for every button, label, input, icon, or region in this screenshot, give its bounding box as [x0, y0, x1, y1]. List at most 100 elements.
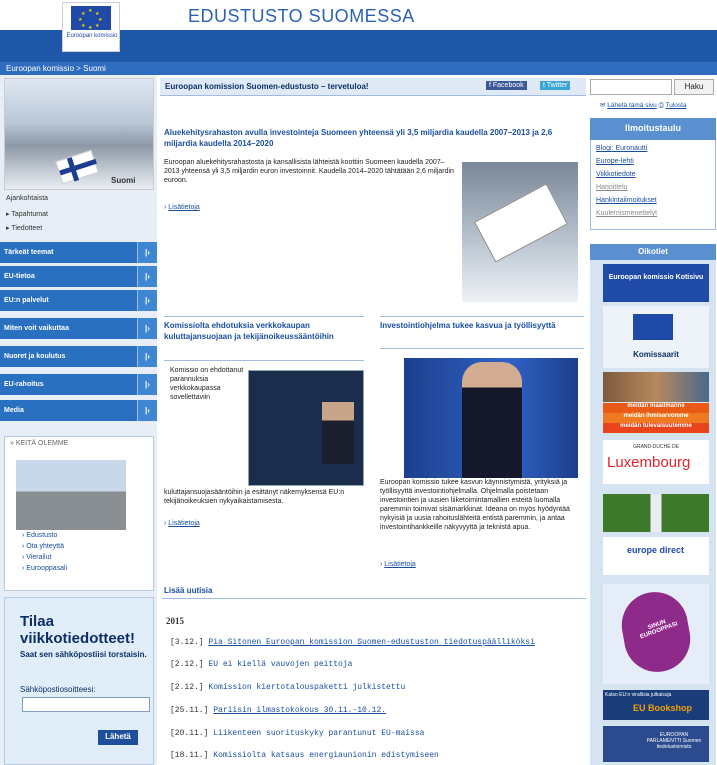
- news-item[interactable]: [20.11.] Liikenteen suorituskyky parantu…: [170, 729, 424, 738]
- tile-tulevaisuutemme[interactable]: meidän tulevaisuutemme: [603, 423, 709, 433]
- eu-flag-icon: [633, 314, 673, 340]
- news-link[interactable]: Liikenteen suorituskyky parantunut EU-ma…: [213, 729, 424, 738]
- link-text: Ota yhteyttä: [26, 543, 65, 550]
- share-link[interactable]: Lähetä tämä sivu: [607, 102, 657, 109]
- link-europe-lehti[interactable]: Europe-lehti: [596, 158, 634, 165]
- news-item[interactable]: [25.11.] Pariisin ilmastokokous 30.11.-1…: [170, 706, 386, 715]
- search-button[interactable]: Haku: [674, 79, 714, 95]
- link-kuuleminen[interactable]: Kuulemismenettelyt: [596, 210, 657, 217]
- nav-ajankohtaista[interactable]: Ajankohtaista: [6, 195, 48, 202]
- menu-nuoret-ja-koulutus[interactable]: Nuoret ja koulutus |›: [0, 346, 157, 368]
- site-title[interactable]: EDUSTUSTO SUOMESSA: [188, 6, 415, 27]
- news-date: [2.12.]: [170, 660, 204, 669]
- nav-tapahtumat[interactable]: ▸ Tapahtumat: [6, 210, 48, 218]
- menu-label: Miten voit vaikuttaa: [4, 325, 69, 332]
- menu-media[interactable]: Media |›: [0, 400, 157, 422]
- menu-eu-rahoitus[interactable]: EU-rahoitus |›: [0, 374, 157, 396]
- news-item[interactable]: [2.12.] EU ei kiellä vauvojen peittoja: [170, 660, 352, 669]
- menu-label: EU:n palvelut: [4, 297, 49, 304]
- lux-label: Luxembourg: [607, 454, 691, 471]
- news-link[interactable]: EU ei kiellä vauvojen peittoja: [208, 660, 352, 669]
- lead-news-title[interactable]: Aluekehitysrahaston avulla investointeja…: [164, 127, 584, 149]
- bookshop-top: Katso EU:n virallisia julkaisuja: [605, 692, 672, 698]
- tile-ihmisarvomme[interactable]: meidän ihmisarvomme: [603, 413, 709, 423]
- building-photo: [16, 460, 126, 530]
- speaker-figure: [462, 362, 522, 478]
- twitter-link[interactable]: t Twitter: [540, 81, 571, 90]
- tile-komissaarit[interactable]: Komissaarit: [603, 306, 709, 368]
- menu-label: EU-tietoa: [4, 273, 35, 280]
- keita-olemme-title: » KEITÄ OLEMME: [10, 440, 69, 447]
- news-item[interactable]: [18.11.] Komissiolta katsaus energiaunio…: [170, 751, 439, 760]
- nav-tiedotteet[interactable]: ▸ Tiedotteet: [6, 224, 42, 232]
- news-date: [2.12.]: [170, 683, 204, 692]
- tile-commission-home[interactable]: Euroopan komissio Kotisivu: [603, 264, 709, 302]
- more-text: Lisätietoja: [168, 204, 200, 211]
- link-eurooppasali[interactable]: › Eurooppasali: [22, 565, 67, 572]
- news-item[interactable]: [2.12.] Komission kiertotalouspaketti ju…: [170, 683, 405, 692]
- news-link[interactable]: Pia Sitonen Euroopan komission Suomen-ed…: [208, 638, 534, 647]
- investment-more-link[interactable]: › Lisätietoja: [380, 561, 416, 568]
- link-edustusto[interactable]: › Edustusto: [22, 532, 57, 539]
- link-viikkotiedote[interactable]: Viikkotiedote: [596, 171, 636, 178]
- investment-news-title[interactable]: Investointiohjelma tukee kasvua ja työll…: [380, 320, 580, 331]
- chevron-right-icon[interactable]: |›: [137, 374, 157, 395]
- news-link[interactable]: Komission kiertotalouspaketti julkistett…: [208, 683, 405, 692]
- link-vierailut[interactable]: › Vierailut: [22, 554, 51, 561]
- news-link[interactable]: Pariisin ilmastokokous 30.11.-10.12.: [213, 706, 386, 715]
- komissaarit-label: Komissaarit: [633, 350, 679, 359]
- tile-eurooppasi[interactable]: SINUN EUROOPPASI: [603, 584, 709, 684]
- share-print-links: ✉ Lähetä tämä sivu ⎙ Tulosta: [600, 101, 687, 110]
- menu-miten-voit-vaikuttaa[interactable]: Miten voit vaikuttaa |›: [0, 318, 157, 340]
- chevron-right-icon[interactable]: |›: [137, 242, 157, 263]
- tile-europe-direct[interactable]: europe direct: [603, 537, 709, 575]
- divider: [380, 316, 584, 317]
- consumer-news-body-top: Komissio on ehdottanut parannuksia verkk…: [170, 367, 244, 401]
- news-link[interactable]: Komissiolta katsaus energiaunionin edist…: [213, 751, 439, 760]
- more-text: Lisätietoja: [384, 561, 416, 568]
- divider: [380, 348, 584, 349]
- chevron-right-icon[interactable]: |›: [137, 290, 157, 311]
- facebook-link[interactable]: f Facebook: [486, 81, 527, 90]
- tile-luxembourg[interactable]: GRAND-DUCHÉ DE Luxembourg: [603, 440, 709, 484]
- lux-top: GRAND-DUCHÉ DE: [633, 444, 679, 450]
- send-button[interactable]: Lähetä: [98, 730, 138, 745]
- eu-logo[interactable]: ★ ★ ★ ★ ★ ★ ★ ★ Euroopan komissio: [62, 2, 120, 52]
- email-field[interactable]: [22, 697, 150, 712]
- welcome-text: Euroopan komission Suomen-edustusto – te…: [165, 82, 369, 91]
- tile-photo-strip[interactable]: [603, 372, 709, 402]
- link-text: Edustusto: [26, 532, 58, 539]
- consumer-news-title[interactable]: Komissiolta ehdotuksia verkkokaupan kulu…: [164, 320, 364, 342]
- noticeboard-title: Ilmoitustaulu: [590, 118, 716, 140]
- chevron-right-icon[interactable]: |›: [137, 318, 157, 339]
- lead-news-body: Euroopan aluekehitysrahastosta ja kansal…: [164, 159, 454, 184]
- more-text: Lisätietoja: [168, 520, 200, 527]
- link-harjoittelu[interactable]: Harjoittelu: [596, 184, 628, 191]
- newsletter-title: Tilaa viikkotiedotteet!: [20, 613, 136, 647]
- nav-label: Tapahtumat: [11, 211, 48, 218]
- menu-eu-palvelut[interactable]: EU:n palvelut |›: [0, 290, 157, 312]
- link-hankinta[interactable]: Hankintailmoitukset: [596, 197, 657, 204]
- tile-parliament[interactable]: EUROOPAN PARLAMENTTI Suomen tiedotustoim…: [603, 726, 709, 762]
- email-label: Sähköpostiosoitteesi:: [20, 685, 96, 694]
- chevron-right-icon[interactable]: |›: [137, 346, 157, 367]
- link-ota-yhteytta[interactable]: › Ota yhteyttä: [22, 543, 64, 550]
- tile-maailmanne[interactable]: meidän maailmanne: [603, 403, 709, 413]
- tile-banners[interactable]: [603, 494, 709, 532]
- tile-bookshop[interactable]: Katso EU:n virallisia julkaisuja EU Book…: [603, 690, 709, 720]
- search-input[interactable]: [590, 79, 672, 95]
- chevron-right-icon[interactable]: |›: [137, 400, 157, 421]
- link-blog[interactable]: Blogi: Euronautti: [596, 145, 647, 152]
- print-link[interactable]: Tulosta: [665, 102, 686, 109]
- newsletter-subtitle: Saat sen sähköpostiisi torstaisin.: [20, 650, 147, 659]
- news-year: 2015: [166, 616, 184, 626]
- consumer-more-link[interactable]: › Lisätietoja: [164, 520, 200, 527]
- news-item[interactable]: [3.12.] Pia Sitonen Euroopan komission S…: [170, 638, 535, 647]
- lead-more-link[interactable]: › Lisätietoja: [164, 204, 200, 211]
- breadcrumb[interactable]: Euroopan komissio > Suomi: [6, 64, 106, 73]
- europe-direct-label: europe direct: [627, 545, 685, 555]
- news-date: [18.11.]: [170, 751, 209, 760]
- menu-tarkeat-teemat[interactable]: Tärkeät teemat |›: [0, 242, 157, 264]
- menu-eu-tietoa[interactable]: EU-tietoa |›: [0, 266, 157, 288]
- chevron-right-icon[interactable]: |›: [137, 266, 157, 287]
